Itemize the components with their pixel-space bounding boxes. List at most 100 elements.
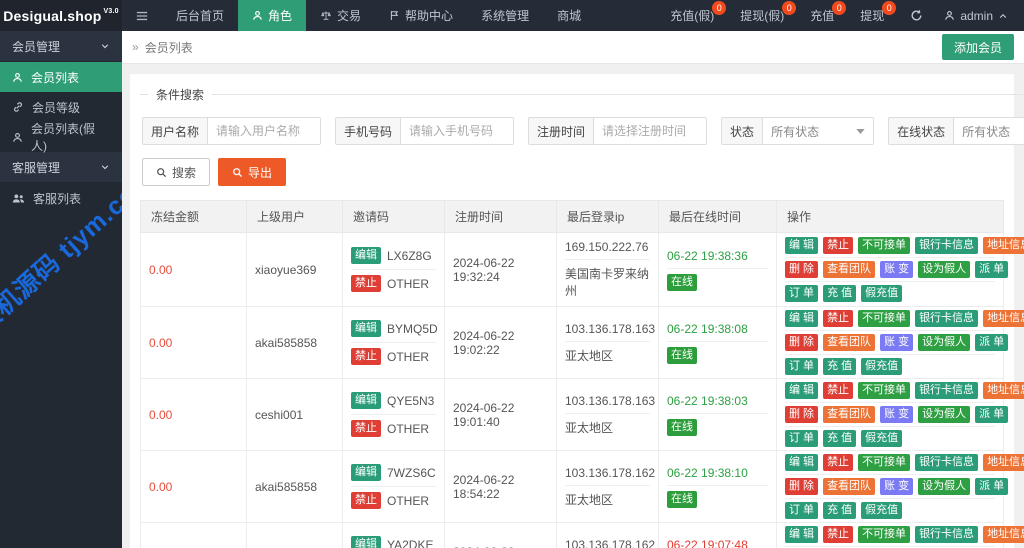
bank-card-info-button[interactable]: 银行卡信息 bbox=[915, 310, 979, 327]
invite-edit-button[interactable]: 编辑 bbox=[351, 536, 381, 548]
sidebar-item-member-level[interactable]: 会员等级 bbox=[0, 92, 122, 122]
ban-button[interactable]: 禁止 bbox=[823, 237, 854, 254]
user-menu[interactable]: admin bbox=[936, 0, 1016, 31]
sidebar-item-member-list[interactable]: 会员列表 bbox=[0, 62, 122, 92]
view-team-button[interactable]: 查看团队 bbox=[823, 478, 876, 495]
nav-item-recharge-fake[interactable]: 充值(假) 0 bbox=[657, 0, 727, 31]
edit-button[interactable]: 编 辑 bbox=[785, 382, 819, 399]
set-fake-button[interactable]: 设为假人 bbox=[918, 478, 971, 495]
address-info-button[interactable]: 地址信息 bbox=[983, 526, 1024, 543]
nav-item-withdraw-fake[interactable]: 提现(假) 0 bbox=[727, 0, 797, 31]
order-button[interactable]: 订 单 bbox=[785, 285, 819, 302]
register-time-input[interactable] bbox=[593, 117, 708, 145]
invite-edit-button[interactable]: 编辑 bbox=[351, 320, 381, 337]
no-accept-button[interactable]: 不可接单 bbox=[858, 382, 911, 399]
no-accept-button[interactable]: 不可接单 bbox=[858, 454, 911, 471]
delete-button[interactable]: 删 除 bbox=[785, 334, 819, 351]
view-team-button[interactable]: 查看团队 bbox=[823, 261, 876, 278]
no-accept-button[interactable]: 不可接单 bbox=[858, 526, 911, 543]
add-member-button[interactable]: 添加会员 bbox=[941, 34, 1014, 60]
no-accept-button[interactable]: 不可接单 bbox=[858, 310, 911, 327]
count-badge: 0 bbox=[832, 1, 847, 15]
nav-item-recharge[interactable]: 充值 0 bbox=[797, 0, 847, 31]
delete-button[interactable]: 删 除 bbox=[785, 406, 819, 423]
address-info-button[interactable]: 地址信息 bbox=[983, 237, 1024, 254]
address-info-button[interactable]: 地址信息 bbox=[983, 382, 1024, 399]
sidebar-toggle-button[interactable] bbox=[122, 0, 162, 31]
nav-item-trade[interactable]: 交易 bbox=[306, 0, 375, 31]
order-button[interactable]: 订 单 bbox=[785, 358, 819, 375]
invite-code: YA2DKE bbox=[387, 537, 434, 548]
balance-change-button[interactable]: 账 变 bbox=[880, 406, 914, 423]
status-select[interactable]: 所有状态 bbox=[762, 117, 875, 145]
sidebar-section-member-management[interactable]: 会员管理 bbox=[0, 31, 122, 61]
set-fake-button[interactable]: 设为假人 bbox=[918, 406, 971, 423]
invite-edit-button[interactable]: 编辑 bbox=[351, 247, 381, 264]
sidebar-item-member-list-fake[interactable]: 会员列表(假人) bbox=[0, 122, 122, 153]
view-team-button[interactable]: 查看团队 bbox=[823, 334, 876, 351]
nav-item-home[interactable]: 后台首页 bbox=[162, 0, 238, 31]
order-button[interactable]: 订 单 bbox=[785, 430, 819, 447]
set-fake-button[interactable]: 设为假人 bbox=[918, 334, 971, 351]
invite-ban-button[interactable]: 禁止 bbox=[351, 348, 381, 365]
invite-edit-button[interactable]: 编辑 bbox=[351, 464, 381, 481]
username-input[interactable] bbox=[207, 117, 322, 145]
online-status-select[interactable]: 所有状态 bbox=[953, 117, 1024, 145]
recharge-button[interactable]: 充 值 bbox=[823, 358, 857, 375]
recharge-button[interactable]: 充 值 bbox=[823, 502, 857, 519]
bank-card-info-button[interactable]: 银行卡信息 bbox=[915, 454, 979, 471]
phone-input[interactable] bbox=[400, 117, 515, 145]
delete-button[interactable]: 删 除 bbox=[785, 261, 819, 278]
bank-card-info-button[interactable]: 银行卡信息 bbox=[915, 526, 979, 543]
edit-button[interactable]: 编 辑 bbox=[785, 237, 819, 254]
edit-button[interactable]: 编 辑 bbox=[785, 526, 819, 543]
nav-item-mall[interactable]: 商城 bbox=[543, 0, 595, 31]
ban-button[interactable]: 禁止 bbox=[823, 382, 854, 399]
bank-card-info-button[interactable]: 银行卡信息 bbox=[915, 382, 979, 399]
fake-recharge-button[interactable]: 假充值 bbox=[861, 430, 903, 447]
nav-item-withdraw[interactable]: 提现 0 bbox=[847, 0, 897, 31]
balance-change-button[interactable]: 账 变 bbox=[880, 334, 914, 351]
dispatch-button[interactable]: 派 单 bbox=[975, 334, 1009, 351]
online-status-badge: 在线 bbox=[667, 490, 697, 508]
nav-item-help[interactable]: 帮助中心 bbox=[375, 0, 467, 31]
fake-recharge-button[interactable]: 假充值 bbox=[861, 502, 903, 519]
address-info-button[interactable]: 地址信息 bbox=[983, 454, 1024, 471]
scales-icon bbox=[320, 10, 332, 21]
refresh-button[interactable] bbox=[897, 0, 936, 31]
recharge-button[interactable]: 充 值 bbox=[823, 285, 857, 302]
online-status-badge: 在线 bbox=[667, 418, 697, 436]
fake-recharge-button[interactable]: 假充值 bbox=[861, 285, 903, 302]
column-header: 邀请码 bbox=[342, 200, 445, 233]
dispatch-button[interactable]: 派 单 bbox=[975, 261, 1009, 278]
address-info-button[interactable]: 地址信息 bbox=[983, 310, 1024, 327]
order-button[interactable]: 订 单 bbox=[785, 502, 819, 519]
set-fake-button[interactable]: 设为假人 bbox=[918, 261, 971, 278]
fake-recharge-button[interactable]: 假充值 bbox=[861, 358, 903, 375]
invite-edit-button[interactable]: 编辑 bbox=[351, 392, 381, 409]
sidebar-item-service-list[interactable]: 客服列表 bbox=[0, 183, 122, 213]
sidebar-section-service-management[interactable]: 客服管理 bbox=[0, 152, 122, 182]
bank-card-info-button[interactable]: 银行卡信息 bbox=[915, 237, 979, 254]
balance-change-button[interactable]: 账 变 bbox=[880, 261, 914, 278]
invite-ban-button[interactable]: 禁止 bbox=[351, 275, 381, 292]
username: admin bbox=[960, 8, 993, 23]
dispatch-button[interactable]: 派 单 bbox=[975, 406, 1009, 423]
delete-button[interactable]: 删 除 bbox=[785, 478, 819, 495]
nav-item-system[interactable]: 系统管理 bbox=[467, 0, 543, 31]
ban-button[interactable]: 禁止 bbox=[823, 310, 854, 327]
search-button[interactable]: 搜索 bbox=[142, 158, 211, 186]
dispatch-button[interactable]: 派 单 bbox=[975, 478, 1009, 495]
nav-item-role[interactable]: 角色 bbox=[238, 0, 307, 31]
export-button[interactable]: 导出 bbox=[218, 158, 287, 186]
invite-ban-button[interactable]: 禁止 bbox=[351, 492, 381, 509]
balance-change-button[interactable]: 账 变 bbox=[880, 478, 914, 495]
edit-button[interactable]: 编 辑 bbox=[785, 454, 819, 471]
ban-button[interactable]: 禁止 bbox=[823, 454, 854, 471]
view-team-button[interactable]: 查看团队 bbox=[823, 406, 876, 423]
ban-button[interactable]: 禁止 bbox=[823, 526, 854, 543]
invite-ban-button[interactable]: 禁止 bbox=[351, 420, 381, 437]
no-accept-button[interactable]: 不可接单 bbox=[858, 237, 911, 254]
recharge-button[interactable]: 充 值 bbox=[823, 430, 857, 447]
edit-button[interactable]: 编 辑 bbox=[785, 310, 819, 327]
